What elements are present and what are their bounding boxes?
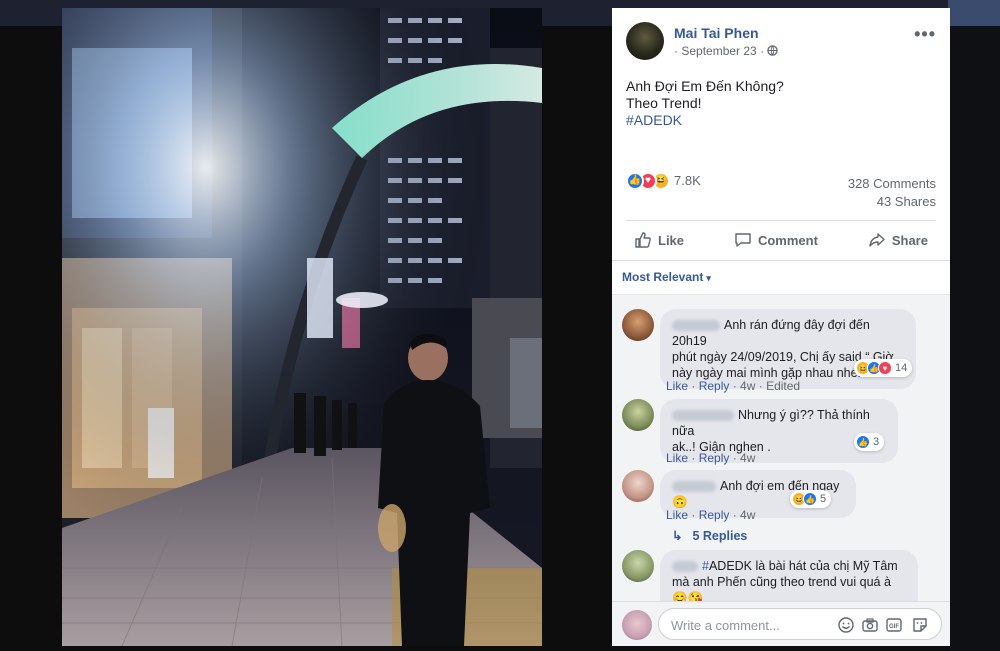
comment-composer: GIF (612, 601, 950, 646)
share-icon (869, 233, 885, 247)
comment-text: ADEDK là bài hát của chị Mỹ Tâm (708, 559, 898, 573)
comment-reply-link[interactable]: Reply (699, 508, 730, 522)
post-header: Mai Tai Phen · September 23 · ••• (626, 22, 936, 66)
comment-item: Anh rán đứng đây đợi đến 20h19 phút ngày… (622, 309, 942, 393)
comment-time[interactable]: 4w (740, 379, 755, 393)
comment-button[interactable]: Comment (726, 225, 826, 255)
reaction-count[interactable]: 7.8K (674, 173, 701, 188)
sort-comments-dropdown[interactable]: Most Relevant ▾ (622, 270, 711, 284)
comment-item: Anh đợi em đến ngay 🙃 😆 👍 5 Like · Reply ·… (622, 470, 942, 522)
blurred-commenter-name (672, 481, 716, 493)
comment-like-link[interactable]: Like (666, 379, 688, 393)
share-label: Share (891, 232, 928, 248)
author-avatar[interactable] (626, 22, 664, 60)
comment-actions: Like · Reply · 4w (666, 508, 756, 522)
comment-label: Comment (757, 232, 818, 248)
like-reaction-icon: 👍 (803, 492, 817, 506)
reply-arrow-icon: ↳ (672, 529, 683, 543)
comment-item: #ADEDK là bài hát của chị Mỹ Tâm mà anh … (622, 550, 942, 601)
comment-input[interactable] (671, 616, 831, 634)
hashtag-prefix: # (702, 559, 709, 573)
share-count[interactable]: 43 Shares (877, 194, 936, 209)
comment-actions: Like · Reply · 4w (666, 451, 756, 465)
like-label: Like (658, 232, 685, 248)
thumbs-up-icon (635, 232, 651, 248)
post-panel: Mai Tai Phen · September 23 · ••• Anh Đợ… (612, 8, 950, 646)
comment-input-box[interactable]: GIF (658, 608, 942, 640)
commenter-avatar[interactable] (622, 550, 654, 582)
current-user-avatar (622, 610, 652, 640)
comments-list[interactable]: Anh rán đứng đây đợi đến 20h19 phút ngày… (612, 295, 950, 601)
hashtag-link[interactable]: #ADEDK (626, 112, 784, 129)
comment-bubble: Anh rán đứng đây đợi đến 20h19 phút ngày… (660, 309, 916, 389)
comment-reactions-badge[interactable]: 😆 👍 5 (790, 490, 832, 508)
comment-reaction-count: 14 (895, 362, 908, 374)
caption-line: Anh Đợi Em Đến Không? (626, 78, 784, 94)
comment-like-link[interactable]: Like (666, 508, 688, 522)
comment-edited[interactable]: Edited (766, 379, 800, 393)
blurred-commenter-name (672, 320, 720, 332)
comment-count[interactable]: 328 Comments (848, 176, 936, 191)
author-name[interactable]: Mai Tai Phen (674, 25, 759, 41)
svg-text:GIF: GIF (889, 624, 899, 630)
comment-reaction-count: 3 (873, 436, 880, 448)
sticker-icon[interactable] (911, 616, 929, 634)
blurred-commenter-name (672, 561, 698, 573)
comment-like-link[interactable]: Like (666, 451, 688, 465)
comment-reaction-count: 5 (820, 493, 827, 505)
divider (612, 260, 950, 261)
comment-reply-link[interactable]: Reply (699, 379, 730, 393)
globe-icon (767, 45, 779, 56)
love-reaction-icon: ♥ (878, 361, 892, 375)
like-button[interactable]: Like (626, 225, 692, 255)
comment-text: này ngày mai mình gặp nhau nhé!” (672, 366, 866, 380)
reactions-summary[interactable]: 👍 ♥ 😆 7.8K 328 Comments 43 Shares (626, 172, 936, 209)
post-photo[interactable] (62, 8, 542, 646)
gif-icon[interactable]: GIF (885, 616, 903, 634)
comment-time[interactable]: 4w (740, 508, 755, 522)
commenter-avatar[interactable] (622, 309, 654, 341)
comment-item: Nhưng ý gì?? Thả thính nữa ak..! Giận ng… (622, 399, 942, 465)
comment-text: 😊😘 (672, 591, 704, 601)
replies-label: 5 Replies (692, 529, 748, 543)
comment-icon (735, 233, 751, 247)
comment-time[interactable]: 4w (740, 451, 755, 465)
comment-reply-link[interactable]: Reply (699, 451, 730, 465)
top-bar-right-area (948, 0, 1000, 26)
comment-reactions-badge[interactable]: 😆 👍 ♥ 14 (854, 359, 913, 377)
comment-reactions-badge[interactable]: 👍 3 (854, 433, 885, 451)
commenter-avatar[interactable] (622, 470, 654, 502)
share-button[interactable]: Share (860, 225, 936, 255)
backdrop-edge (950, 26, 1000, 651)
post-caption: Anh Đợi Em Đến Không? Theo Trend! #ADEDK (626, 78, 784, 129)
more-options-button[interactable]: ••• (914, 24, 936, 45)
comment-bubble: #ADEDK là bài hát của chị Mỹ Tâm mà anh … (660, 550, 918, 601)
divider (626, 220, 936, 221)
post-date[interactable]: September 23 (681, 44, 756, 58)
blurred-commenter-name (672, 410, 734, 422)
post-date-separator: · (756, 44, 768, 58)
post-meta: · September 23 · (674, 44, 779, 58)
emoji-icon[interactable] (837, 616, 855, 634)
comment-text: mà anh Phến cũng theo trend vui quá à (672, 575, 891, 589)
commenter-avatar[interactable] (622, 399, 654, 431)
comment-hashtag-link[interactable]: # (702, 559, 709, 573)
caption-line: Theo Trend! (626, 95, 702, 111)
camera-icon[interactable] (861, 616, 879, 634)
chevron-down-icon: ▾ (706, 273, 711, 283)
comment-actions: Like · Reply · 4w · Edited (666, 379, 801, 393)
like-reaction-icon: 👍 (626, 172, 644, 190)
view-replies-link[interactable]: ↳ 5 Replies (672, 528, 747, 543)
like-reaction-icon: 👍 (856, 435, 870, 449)
sort-label: Most Relevant (622, 270, 704, 284)
post-actions-bar: Like Comment Share (626, 225, 936, 255)
photo-night-street-scene (62, 8, 542, 646)
